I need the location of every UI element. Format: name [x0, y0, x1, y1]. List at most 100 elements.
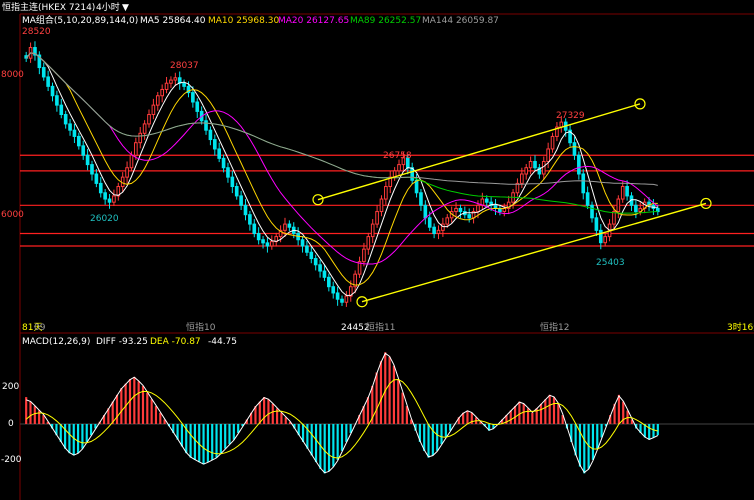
candle-body — [533, 160, 537, 169]
candle-body — [226, 167, 230, 178]
month-12: 恒指12 — [540, 321, 569, 333]
candle-body — [98, 182, 103, 194]
candle-body — [427, 217, 432, 228]
candle-body — [169, 79, 173, 84]
candle-body — [467, 214, 472, 219]
candle-body — [590, 204, 594, 219]
trough-label-26020: 26020 — [90, 214, 119, 224]
candle-body — [112, 195, 116, 203]
macd-tick-200: 200 — [2, 382, 19, 392]
candle-body — [195, 101, 200, 112]
candle-body — [239, 195, 243, 206]
month-09: 09 — [34, 323, 46, 333]
candle-body — [577, 154, 581, 175]
ma20-label: MA20 26127.65 — [278, 16, 349, 26]
candle-body — [625, 186, 629, 197]
candle-body — [283, 223, 287, 231]
peak-label-28037: 28037 — [170, 61, 199, 71]
candle-body — [208, 129, 213, 141]
candle-body — [151, 104, 156, 116]
candle-body — [309, 251, 314, 260]
candle-body — [414, 179, 419, 194]
candle-body — [72, 129, 77, 137]
candle-body — [125, 167, 129, 178]
ma10-label: MA10 25968.30 — [208, 16, 279, 26]
candle-body — [476, 204, 480, 213]
candle-body — [94, 173, 99, 184]
candle-body — [103, 192, 107, 200]
candle-body — [524, 167, 529, 175]
candle-body — [160, 88, 164, 97]
candle-body — [41, 67, 46, 78]
macd-name: MACD(12,26,9) — [22, 337, 90, 347]
candle-body — [81, 145, 86, 156]
candle-body — [230, 176, 235, 188]
candle-body — [55, 95, 59, 106]
candle-body — [77, 135, 81, 147]
candle-body — [528, 160, 533, 169]
candle-body — [484, 198, 489, 203]
macd-value: -44.75 — [208, 337, 237, 347]
candle-body — [344, 295, 349, 303]
period-label[interactable]: 4小时 — [96, 1, 120, 13]
candle-body — [287, 223, 292, 228]
candle-body — [85, 154, 90, 166]
candle-body — [217, 148, 222, 159]
peak-label-26758: 26758 — [383, 151, 412, 161]
period-chevron-icon[interactable]: ▼ — [122, 3, 129, 13]
candle-body — [366, 236, 371, 250]
candle-body — [603, 236, 607, 244]
candle-body — [212, 139, 217, 150]
ma144-label: MA144 26059.87 — [422, 16, 499, 26]
ma5-label: MA5 25864.40 — [140, 16, 206, 26]
candle-body — [340, 298, 344, 303]
candle-body — [155, 95, 160, 106]
candle-body — [616, 198, 621, 213]
candle-body — [182, 82, 186, 87]
candle-body — [138, 132, 143, 144]
candle-body — [256, 232, 261, 241]
candle-body — [68, 123, 72, 131]
macd-tick-0: 0 — [8, 419, 14, 429]
candle-body — [520, 173, 524, 184]
candle-body — [322, 270, 327, 278]
candle-body — [305, 245, 309, 253]
candle-body — [327, 276, 331, 288]
candle-body — [598, 229, 603, 244]
candle-body — [318, 264, 322, 272]
candle-body — [59, 104, 64, 116]
candle-body — [134, 142, 138, 156]
candle-body — [458, 207, 463, 213]
candle-body — [375, 211, 379, 225]
candle-body — [300, 239, 305, 247]
candle-body — [107, 198, 112, 203]
candle-body — [634, 204, 638, 213]
candle-body — [270, 241, 274, 247]
candle-body — [46, 76, 50, 87]
candle-body — [397, 164, 401, 172]
macd-dea: DEA -70.87 — [150, 337, 201, 347]
candle-body — [243, 204, 248, 216]
candle-body — [313, 258, 318, 266]
candle-body — [261, 239, 265, 244]
price-tick-6000: 6000 — [1, 210, 24, 220]
candle-body — [384, 186, 388, 200]
candle-body — [90, 164, 94, 175]
candle-body — [432, 226, 436, 234]
candle-body — [248, 214, 252, 225]
candle-body — [379, 198, 384, 213]
ma-group-label[interactable]: MA组合(5,10,20,89,144,0) — [22, 14, 138, 26]
candle-body — [423, 204, 428, 219]
candle-body — [331, 286, 336, 294]
candlestick-chart: 恒指主连(HKEX 7214) 4小时 ▼ MA组合(5,10,20,89,14… — [0, 0, 754, 500]
candle-body — [234, 186, 239, 197]
candle-body — [362, 248, 366, 263]
candle-body — [63, 114, 68, 125]
month-11: 恒指11 — [366, 321, 395, 333]
candle-body — [594, 217, 599, 231]
candle-body — [541, 160, 546, 175]
candle-body — [550, 135, 555, 150]
candle-body — [173, 77, 178, 81]
candle-body — [221, 157, 226, 169]
peak-label-27329: 27329 — [556, 111, 585, 121]
